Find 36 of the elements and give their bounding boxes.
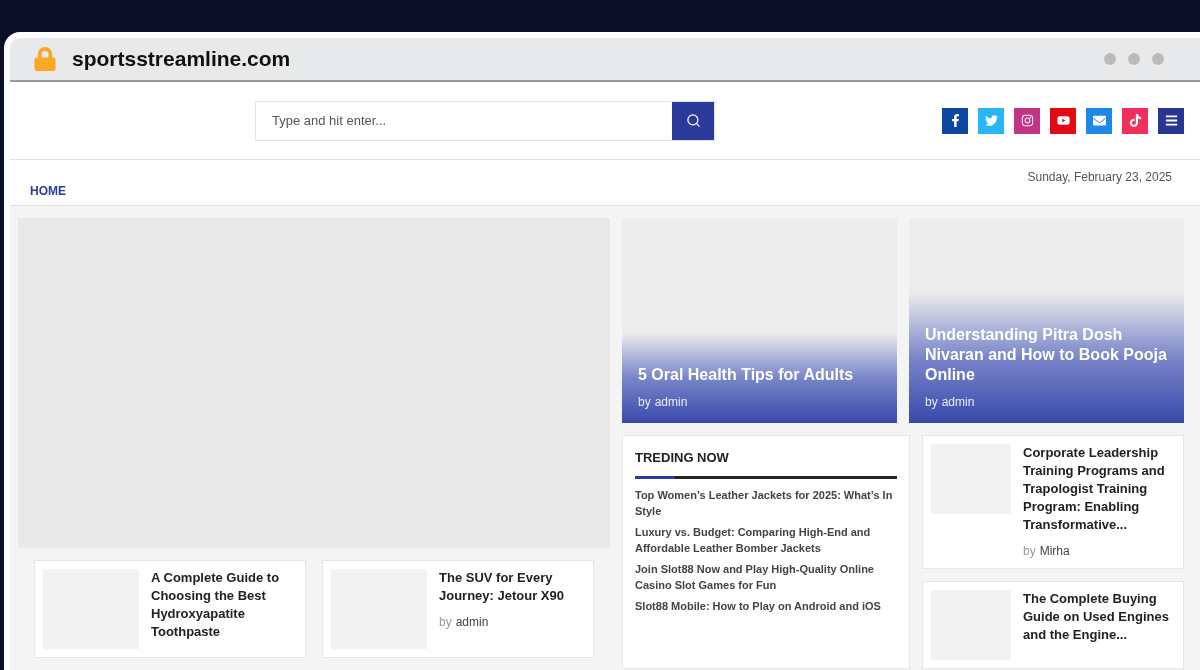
trending-title: TREDING NOW bbox=[635, 449, 730, 467]
featured-post[interactable]: Understanding Pitra Dosh Nivaran and How to Book Pooja Online by admin bbox=[909, 218, 1184, 423]
trending-link[interactable]: Top Women’s Leather Jackets for 2025: What’s In Style bbox=[635, 486, 897, 519]
trending-link[interactable]: Slot88 Mobile: How to Play on Android and iOS bbox=[635, 597, 897, 614]
search-icon bbox=[685, 113, 701, 128]
byline-prefix: by bbox=[638, 394, 651, 411]
post-title[interactable]: The SUV for Every Journey: Jetour X90 bbox=[439, 569, 585, 605]
search-button[interactable] bbox=[672, 101, 714, 140]
author-link[interactable]: admin bbox=[941, 393, 975, 411]
author-link[interactable]: admin bbox=[455, 613, 489, 631]
byline-prefix: by bbox=[439, 614, 452, 631]
featured-post[interactable]: 5 Oral Health Tips for Adults by admin bbox=[622, 218, 897, 423]
social-button[interactable] bbox=[1014, 107, 1040, 134]
byline-prefix: by bbox=[1023, 543, 1036, 560]
date-text: Sunday, February 23, 2025 bbox=[1027, 169, 1173, 186]
music-note-icon bbox=[1128, 114, 1142, 127]
post-title[interactable]: Corporate Leadership Training Programs and Trapologist Training Program: Enabling Transformative... bbox=[1023, 444, 1175, 534]
post-title[interactable]: A Complete Guide to Choosing the Best Hydroxyapatite Toothpaste bbox=[151, 569, 297, 641]
url-text: sportsstreamline.com bbox=[72, 46, 291, 73]
play-icon bbox=[1056, 114, 1070, 127]
post-title[interactable]: The Complete Buying Guide on Used Engines and the Engine... bbox=[1023, 590, 1175, 644]
envelope-icon bbox=[1092, 114, 1106, 127]
byline-prefix: by bbox=[925, 394, 938, 411]
trending-link[interactable]: Join Slot88 Now and Play High-Quality Online Casino Slot Games for Fun bbox=[635, 560, 897, 593]
featured-post-title: Understanding Pitra Dosh Nivaran and How to Book Pooja Online bbox=[925, 325, 1168, 385]
author-link[interactable]: admin bbox=[654, 393, 688, 411]
featured-post-title: 5 Oral Health Tips for Adults bbox=[638, 365, 855, 385]
trending-link[interactable]: Luxury vs. Budget: Comparing High-End and Affordable Leather Bomber Jackets bbox=[635, 523, 897, 556]
author-link[interactable]: Mirha bbox=[1039, 542, 1070, 560]
social-button[interactable] bbox=[1158, 107, 1184, 134]
camera-icon bbox=[1020, 114, 1034, 127]
menu-icon bbox=[1164, 114, 1178, 127]
social-button[interactable] bbox=[942, 107, 968, 134]
bird-icon bbox=[984, 114, 998, 127]
nav-link[interactable]: HOME bbox=[30, 181, 66, 200]
social-button[interactable] bbox=[1050, 107, 1076, 134]
